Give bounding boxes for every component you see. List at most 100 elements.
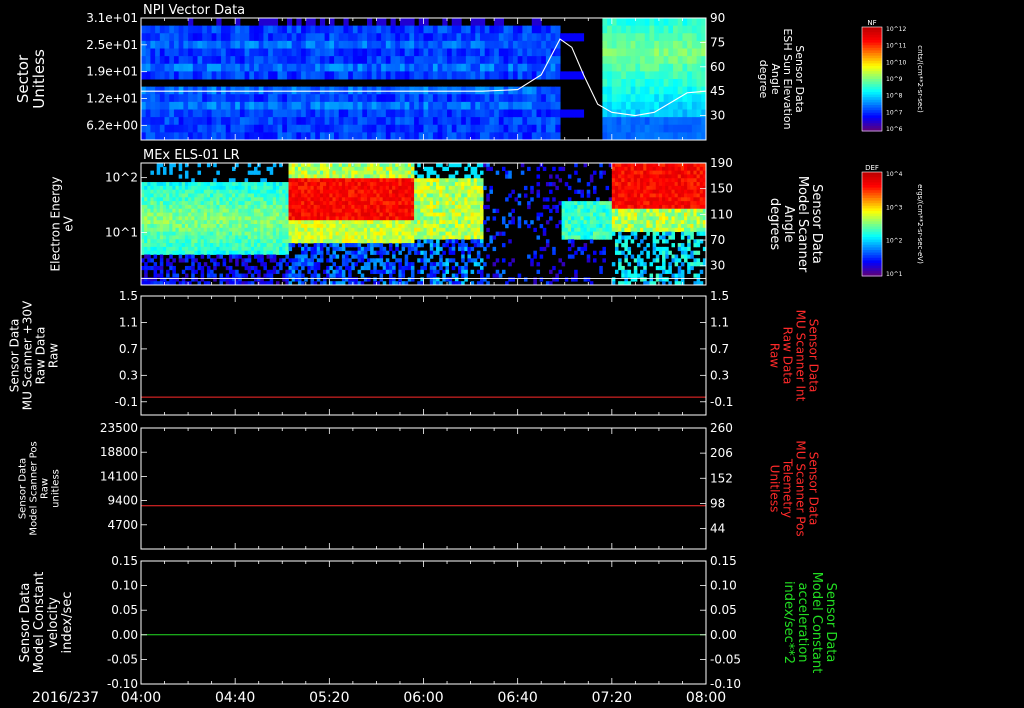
npi-cell [696,79,702,88]
npi-cell [258,25,264,34]
els-cell [244,220,249,225]
els-cell [316,166,321,172]
npi-cell [602,124,608,133]
npi-cell [296,124,302,133]
els-cell [461,224,465,229]
els-cell [586,231,591,236]
npi-cell [409,101,415,110]
els-cell [442,182,446,187]
npi-cell [268,71,274,80]
els-cell [275,197,280,202]
els-cell [382,246,387,252]
npi-cell [536,86,542,95]
els-cell [210,197,214,202]
npi-cell [268,63,274,72]
npi-cell [395,117,401,126]
els-cell [360,258,365,263]
els-cell [304,174,308,179]
npi-cell [315,40,321,49]
els-cell [467,212,471,217]
els-cell [461,231,465,236]
els-cell [269,166,274,172]
npi-cell [654,79,660,88]
els-cell [188,220,192,225]
els-cell [294,178,299,183]
els-cell [354,163,358,168]
npi-cell [305,48,311,57]
els-cell [429,216,434,221]
els-cell [404,193,409,198]
els-cell [385,204,390,210]
els-cell [222,208,227,213]
els-cell [323,201,327,206]
els-cell [432,273,437,278]
npi-cell [414,71,420,80]
els-cell [461,239,465,244]
els-cell [275,208,280,213]
els-cell [360,235,365,240]
els-cell [254,239,258,244]
els-cell [611,185,616,191]
els-cell [279,193,283,198]
els-cell [464,208,468,213]
els-cell [159,212,164,217]
els-cell [319,197,324,202]
els-cell [279,239,283,244]
els-cell [404,212,409,217]
els-cell [210,243,214,248]
els-cell [341,204,346,210]
npi-cell [691,109,698,118]
els-cell [153,269,158,274]
els-cell [392,265,396,271]
npi-cell [531,109,537,118]
els-cell [316,208,321,213]
npi-cell [432,63,439,72]
els-cell [373,265,377,271]
els-cell [200,269,205,274]
els-cell [461,235,465,240]
els-cell [247,201,252,206]
els-cell [288,166,293,172]
npi-cell [498,63,505,72]
els-cell [571,208,575,213]
els-cell [385,189,390,194]
els-cell [159,193,164,198]
els-cell [329,201,333,206]
els-cell [345,193,349,198]
els-cell [275,193,280,198]
npi-cell [658,40,665,49]
npi-cell [258,117,264,126]
els-cell [319,193,324,198]
npi-cell [244,25,250,34]
els-cell [574,189,578,194]
els-cell [323,208,327,213]
npi-cell [432,40,439,49]
npi-cell [503,109,509,118]
npi-cell [371,109,377,118]
els-cell [410,216,415,221]
els-cell [593,204,597,210]
els-cell [329,224,333,229]
els-cell [219,250,224,255]
els-cell [266,166,271,172]
els-cell [470,235,475,240]
els-cell [144,185,148,191]
els-cell [279,224,283,229]
els-cell [159,243,164,248]
npi-cell [503,25,509,34]
els-cell [206,182,211,187]
els-cell [169,204,173,210]
els-cell [370,193,374,198]
npi-cell [508,48,514,57]
els-cell [589,178,594,183]
els-cell [618,163,622,168]
npi-cell [268,117,274,126]
els-cell [232,204,236,210]
els-cell [175,273,180,278]
npi-cell [225,71,231,80]
npi-cell [475,132,481,141]
els-cell [539,246,544,252]
npi-cell [310,56,316,65]
npi-cell [225,63,231,72]
npi-cell [640,124,646,133]
